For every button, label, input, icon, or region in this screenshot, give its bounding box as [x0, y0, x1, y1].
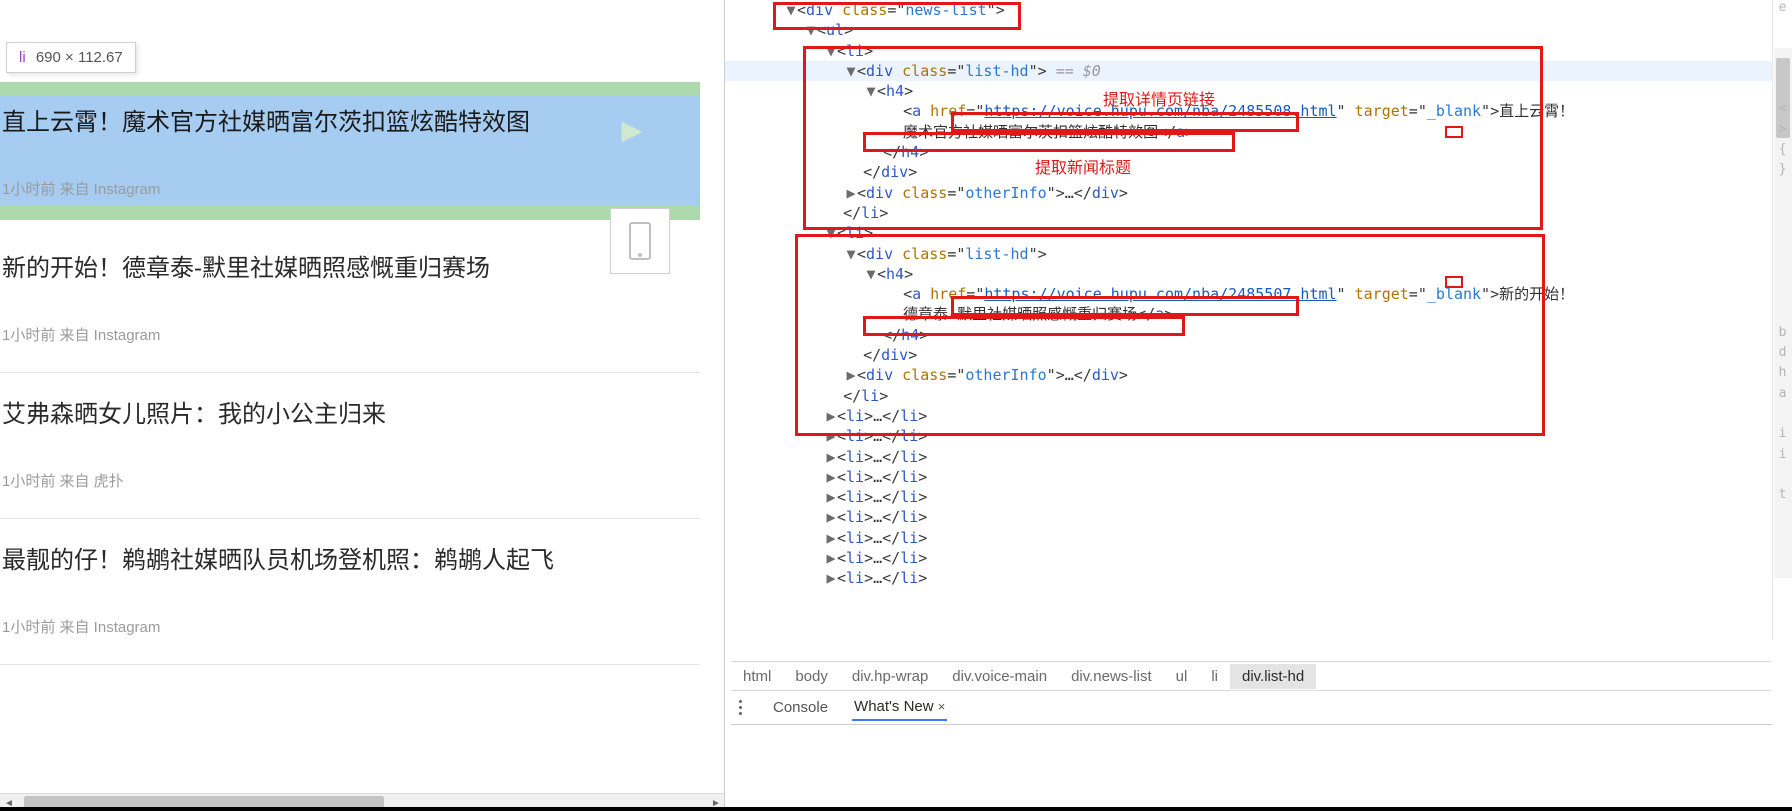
breadcrumb-item[interactable]: body	[783, 664, 840, 689]
breadcrumb-item[interactable]: div.voice-main	[940, 664, 1059, 689]
separator	[0, 664, 700, 665]
close-icon[interactable]: ×	[938, 699, 946, 714]
news-title[interactable]: 新的开始！德章泰-默里社媒晒照感慨重归赛场	[2, 252, 700, 286]
news-title[interactable]: 直上云霄！魔术官方社媒晒富尔茨扣篮炫酷特效图	[2, 106, 700, 140]
news-meta: 1小时前 来自 虎扑	[2, 470, 700, 491]
dimensions-tooltip: li 690 × 112.67	[6, 42, 136, 73]
tooltip-tag: li	[19, 49, 26, 66]
inspect-margin-bot	[0, 206, 700, 220]
breadcrumb-item[interactable]: ul	[1164, 664, 1200, 689]
annotation-caret	[1445, 126, 1463, 138]
elements-breadcrumb[interactable]: htmlbodydiv.hp-wrapdiv.voice-maindiv.new…	[731, 661, 1772, 691]
breadcrumb-item[interactable]: div.hp-wrap	[840, 664, 940, 689]
tab-whats-new[interactable]: What's New ×	[852, 694, 947, 721]
news-meta: 1小时前 来自 Instagram	[2, 324, 700, 345]
separator	[0, 518, 700, 519]
breadcrumb-item[interactable]: li	[1199, 664, 1230, 689]
tooltip-dims: 690 × 112.67	[36, 49, 123, 66]
kebab-icon[interactable]	[731, 700, 749, 715]
news-title[interactable]: 最靓的仔！鹈鹕社媒晒队员机场登机照：鹈鹕人起飞	[2, 544, 700, 578]
news-item-4[interactable]: 最靓的仔！鹈鹕社媒晒队员机场登机照：鹈鹕人起飞 1小时前 来自 Instagra…	[0, 544, 700, 637]
taskbar-edge	[0, 807, 1792, 811]
elements-tree[interactable]: ▼<div class="news-list">▼<ul>▼<li>▼<div …	[725, 0, 1772, 651]
news-meta: 1小时前 来自 Instagram	[2, 616, 700, 637]
page-scroll-area[interactable]: li 690 × 112.67 直上云霄！魔术官方社媒晒富尔茨扣篮炫酷特效图 1…	[0, 0, 725, 790]
tab-console[interactable]: Console	[771, 695, 830, 720]
annotation-caret	[1445, 276, 1463, 288]
news-item-1[interactable]: 直上云霄！魔术官方社媒晒富尔茨扣篮炫酷特效图 1小时前 来自 Instagram	[0, 106, 700, 199]
separator	[0, 372, 700, 373]
tab-label: What's New	[854, 698, 934, 715]
styles-gutter: e<>{}bdhaiit	[1772, 0, 1792, 640]
breadcrumb-item[interactable]: div.news-list	[1059, 664, 1164, 689]
news-title[interactable]: 艾弗森晒女儿照片：我的小公主归来	[2, 398, 700, 432]
news-meta: 1小时前 来自 Instagram	[2, 178, 700, 199]
news-item-3[interactable]: 艾弗森晒女儿照片：我的小公主归来 1小时前 来自 虎扑	[0, 398, 700, 491]
breadcrumb-item[interactable]: div.list-hd	[1230, 664, 1316, 689]
news-item-2[interactable]: 新的开始！德章泰-默里社媒晒照感慨重归赛场 1小时前 来自 Instagram	[0, 252, 700, 345]
devtools-panel: ▼<div class="news-list">▼<ul>▼<li>▼<div …	[725, 0, 1792, 811]
breadcrumb-item[interactable]: html	[731, 664, 783, 689]
inspect-margin-top	[0, 82, 700, 96]
drawer-tabs: Console What's New ×	[731, 691, 1772, 725]
page-preview-panel: li 690 × 112.67 直上云霄！魔术官方社媒晒富尔茨扣篮炫酷特效图 1…	[0, 0, 725, 811]
